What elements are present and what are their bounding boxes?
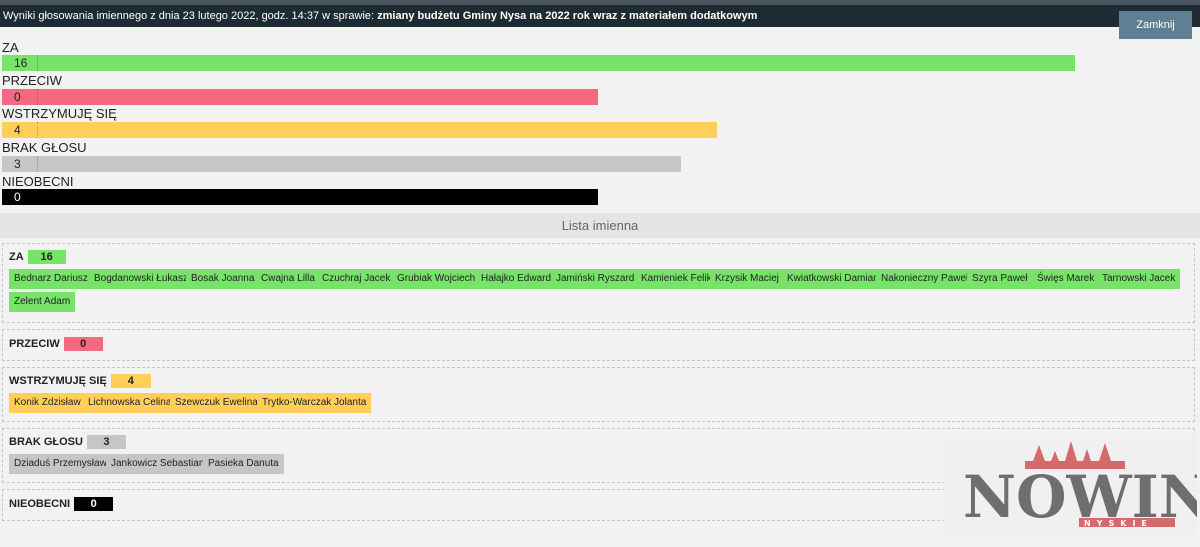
group-heading: WSTRZYMUJĘ SIĘ 4 (9, 374, 151, 388)
bar-value-przeciw: 0 (14, 90, 21, 104)
bar-value-nieobecni: 0 (14, 190, 21, 204)
group-heading: NIEOBECNI 0 (9, 497, 114, 511)
voter-chip: Szyra Paweł (967, 269, 1033, 289)
group-count-badge: 16 (27, 250, 66, 264)
group-count-badge: 4 (110, 374, 151, 388)
bar-wstrzymuje: 4 (2, 122, 717, 138)
svg-text:NYSKIE: NYSKIE (1084, 519, 1153, 528)
voter-chip: Cwajna Lilla (256, 269, 320, 289)
group-heading: ZA 16 (9, 250, 66, 264)
voter-chip: Trytko-Warczak Jolanta (257, 393, 372, 413)
bar-brak: 3 (2, 156, 681, 172)
voter-chip: Szewczuk Ewelina (170, 393, 263, 413)
bar-przeciw: 0 (2, 89, 598, 105)
group-heading: BRAK GŁOSU 3 (9, 435, 126, 449)
vote-header: Wyniki głosowania imiennego z dnia 23 lu… (0, 5, 1200, 27)
bar-label-nieobecni: NIEOBECNI (2, 174, 74, 189)
bar-label-przeciw: PRZECIW (2, 73, 62, 88)
voter-chip: Nakonieczny Paweł (876, 269, 974, 289)
voter-chip: Jankowicz Sebastian (106, 454, 210, 474)
bar-value-wstrzymuje: 4 (14, 123, 21, 137)
voter-chip: Hałajko Edward (476, 269, 557, 289)
group-label: PRZECIW (9, 337, 60, 350)
voter-chip: Dziaduś Przemysław (9, 454, 112, 474)
group-label: NIEOBECNI (9, 497, 71, 510)
voter-chip: Bosak Joanna (186, 269, 260, 289)
voter-chip: Grubiak Wojciech (392, 269, 481, 289)
bar-za: 16 (2, 55, 1075, 71)
voter-chip: Kamieniek Feliks (636, 269, 722, 289)
nowiny-nyskie-logo: NOWINY NYSKIE (943, 433, 1200, 537)
group-label: ZA (9, 250, 24, 263)
voter-chip: Bednarz Dariusz (9, 269, 93, 289)
group-wstrzymuje: WSTRZYMUJĘ SIĘ 4 Konik Zdzisław Lichnowsk… (2, 367, 1195, 422)
voter-chip: Zelent Adam (9, 292, 76, 312)
voter-chip: Pasieka Danuta (203, 454, 284, 474)
header-subject: zmiany budżetu Gminy Nysa na 2022 rok wr… (377, 10, 758, 22)
voter-chip: Jamiński Ryszard (551, 269, 640, 289)
voter-chip: Konik Zdzisław (9, 393, 86, 413)
group-label: WSTRZYMUJĘ SIĘ (9, 374, 107, 387)
voter-chip: Lichnowska Celina (83, 393, 177, 413)
svg-text:NOWINY: NOWINY (963, 463, 1197, 531)
voter-chip: Kwiatkowski Damian (782, 269, 884, 289)
bar-label-brak: BRAK GŁOSU (2, 140, 87, 155)
voter-chip: Krzysik Maciej (710, 269, 784, 289)
voter-chip: Tarnowski Jacek (1097, 269, 1181, 289)
bar-value-za: 16 (14, 56, 28, 70)
bar-nieobecni: 0 (2, 189, 598, 205)
voter-chip: Bogdanowski Łukasz (89, 269, 193, 289)
group-heading: PRZECIW 0 (9, 337, 103, 351)
bar-label-wstrzymuje: WSTRZYMUJĘ SIĘ (2, 106, 117, 121)
group-count-badge: 0 (74, 497, 114, 511)
bar-label-za: ZA (2, 40, 19, 55)
group-za: ZA 16 Bednarz Dariusz Bogdanowski Łukasz … (2, 243, 1195, 323)
group-przeciw: PRZECIW 0 (2, 329, 1195, 361)
bar-value-brak: 3 (14, 157, 21, 171)
list-title: Lista imienna (0, 213, 1200, 238)
group-label: BRAK GŁOSU (9, 435, 83, 448)
group-count-badge: 3 (86, 435, 126, 449)
voter-chip: Czuchraj Jacek (317, 269, 396, 289)
voter-chip: Święs Marek (1032, 269, 1100, 289)
group-count-badge: 0 (63, 337, 103, 351)
header-prefix: Wyniki głosowania imiennego z dnia 23 lu… (3, 10, 378, 22)
close-button[interactable]: Zamknij (1119, 11, 1192, 39)
